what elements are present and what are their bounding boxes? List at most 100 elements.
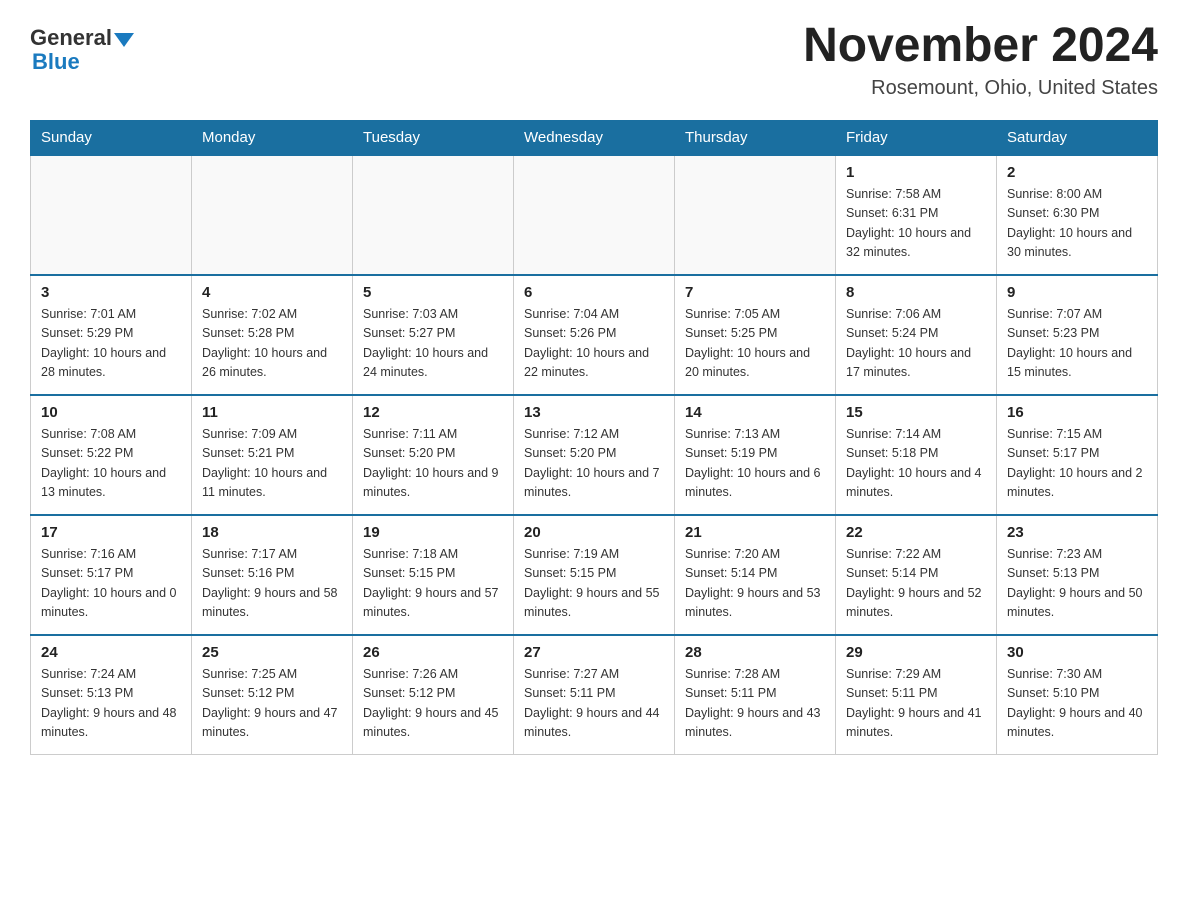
header-wednesday: Wednesday — [514, 120, 675, 155]
day-cell: 3 Sunrise: 7:01 AMSunset: 5:29 PMDaylight… — [31, 275, 192, 395]
day-cell: 21 Sunrise: 7:20 AMSunset: 5:14 PMDayligh… — [675, 515, 836, 635]
day-number: 7 — [685, 284, 825, 301]
day-info: Sunrise: 7:58 AMSunset: 6:31 PMDaylight:… — [846, 185, 986, 263]
day-cell: 25 Sunrise: 7:25 AMSunset: 5:12 PMDayligh… — [192, 635, 353, 755]
calendar-table: SundayMondayTuesdayWednesdayThursdayFrid… — [30, 120, 1158, 756]
day-info: Sunrise: 7:18 AMSunset: 5:15 PMDaylight:… — [363, 545, 503, 623]
location-title: Rosemount, Ohio, United States — [803, 77, 1158, 100]
day-number: 8 — [846, 284, 986, 301]
day-number: 28 — [685, 644, 825, 661]
day-cell — [353, 155, 514, 275]
day-info: Sunrise: 7:07 AMSunset: 5:23 PMDaylight:… — [1007, 305, 1147, 383]
day-info: Sunrise: 7:27 AMSunset: 5:11 PMDaylight:… — [524, 665, 664, 743]
day-cell: 4 Sunrise: 7:02 AMSunset: 5:28 PMDaylight… — [192, 275, 353, 395]
day-cell: 19 Sunrise: 7:18 AMSunset: 5:15 PMDayligh… — [353, 515, 514, 635]
day-cell: 2 Sunrise: 8:00 AMSunset: 6:30 PMDaylight… — [997, 155, 1158, 275]
header-tuesday: Tuesday — [353, 120, 514, 155]
day-cell: 14Sunrise: 7:13 AMSunset: 5:19 PMDayligh… — [675, 395, 836, 515]
day-info: Sunrise: 7:02 AMSunset: 5:28 PMDaylight:… — [202, 305, 342, 383]
day-info: Sunrise: 7:09 AMSunset: 5:21 PMDaylight:… — [202, 425, 342, 503]
day-number: 17 — [41, 524, 181, 541]
day-number: 5 — [363, 284, 503, 301]
header-monday: Monday — [192, 120, 353, 155]
header-thursday: Thursday — [675, 120, 836, 155]
week-row-5: 24 Sunrise: 7:24 AMSunset: 5:13 PMDayligh… — [31, 635, 1158, 755]
day-number: 6 — [524, 284, 664, 301]
day-info: Sunrise: 7:15 AMSunset: 5:17 PMDaylight:… — [1007, 425, 1147, 503]
day-cell: 11 Sunrise: 7:09 AMSunset: 5:21 PMDayligh… — [192, 395, 353, 515]
day-info: Sunrise: 7:03 AMSunset: 5:27 PMDaylight:… — [363, 305, 503, 383]
logo-general-text: General — [30, 25, 112, 51]
day-cell: 1 Sunrise: 7:58 AMSunset: 6:31 PMDaylight… — [836, 155, 997, 275]
day-cell — [31, 155, 192, 275]
day-number: 14 — [685, 404, 825, 421]
day-cell: 23Sunrise: 7:23 AMSunset: 5:13 PMDayligh… — [997, 515, 1158, 635]
day-info: Sunrise: 7:22 AMSunset: 5:14 PMDaylight:… — [846, 545, 986, 623]
day-cell: 17 Sunrise: 7:16 AMSunset: 5:17 PMDayligh… — [31, 515, 192, 635]
day-info: Sunrise: 7:25 AMSunset: 5:12 PMDaylight:… — [202, 665, 342, 743]
day-number: 13 — [524, 404, 664, 421]
day-cell — [192, 155, 353, 275]
day-info: Sunrise: 7:26 AMSunset: 5:12 PMDaylight:… — [363, 665, 503, 743]
week-row-1: 1 Sunrise: 7:58 AMSunset: 6:31 PMDaylight… — [31, 155, 1158, 275]
day-number: 23 — [1007, 524, 1147, 541]
day-cell: 6 Sunrise: 7:04 AMSunset: 5:26 PMDaylight… — [514, 275, 675, 395]
day-number: 9 — [1007, 284, 1147, 301]
day-info: Sunrise: 8:00 AMSunset: 6:30 PMDaylight:… — [1007, 185, 1147, 263]
day-cell: 5 Sunrise: 7:03 AMSunset: 5:27 PMDaylight… — [353, 275, 514, 395]
day-info: Sunrise: 7:05 AMSunset: 5:25 PMDaylight:… — [685, 305, 825, 383]
day-number: 1 — [846, 164, 986, 181]
header-row: SundayMondayTuesdayWednesdayThursdayFrid… — [31, 120, 1158, 155]
day-info: Sunrise: 7:19 AMSunset: 5:15 PMDaylight:… — [524, 545, 664, 623]
day-number: 19 — [363, 524, 503, 541]
day-number: 22 — [846, 524, 986, 541]
day-cell: 20 Sunrise: 7:19 AMSunset: 5:15 PMDayligh… — [514, 515, 675, 635]
day-number: 4 — [202, 284, 342, 301]
day-info: Sunrise: 7:20 AMSunset: 5:14 PMDaylight:… — [685, 545, 825, 623]
day-cell: 16 Sunrise: 7:15 AMSunset: 5:17 PMDayligh… — [997, 395, 1158, 515]
day-cell: 7 Sunrise: 7:05 AMSunset: 5:25 PMDaylight… — [675, 275, 836, 395]
day-cell — [675, 155, 836, 275]
day-cell — [514, 155, 675, 275]
day-cell: 26 Sunrise: 7:26 AMSunset: 5:12 PMDayligh… — [353, 635, 514, 755]
day-cell: 30Sunrise: 7:30 AMSunset: 5:10 PMDayligh… — [997, 635, 1158, 755]
day-number: 2 — [1007, 164, 1147, 181]
day-cell: 22 Sunrise: 7:22 AMSunset: 5:14 PMDayligh… — [836, 515, 997, 635]
day-info: Sunrise: 7:29 AMSunset: 5:11 PMDaylight:… — [846, 665, 986, 743]
day-number: 16 — [1007, 404, 1147, 421]
day-cell: 9 Sunrise: 7:07 AMSunset: 5:23 PMDaylight… — [997, 275, 1158, 395]
week-row-4: 17 Sunrise: 7:16 AMSunset: 5:17 PMDayligh… — [31, 515, 1158, 635]
day-info: Sunrise: 7:14 AMSunset: 5:18 PMDaylight:… — [846, 425, 986, 503]
day-number: 18 — [202, 524, 342, 541]
day-info: Sunrise: 7:28 AMSunset: 5:11 PMDaylight:… — [685, 665, 825, 743]
day-number: 10 — [41, 404, 181, 421]
day-info: Sunrise: 7:04 AMSunset: 5:26 PMDaylight:… — [524, 305, 664, 383]
header-sunday: Sunday — [31, 120, 192, 155]
day-cell: 10Sunrise: 7:08 AMSunset: 5:22 PMDayligh… — [31, 395, 192, 515]
day-number: 20 — [524, 524, 664, 541]
title-area: November 2024 Rosemount, Ohio, United St… — [803, 20, 1158, 100]
day-number: 21 — [685, 524, 825, 541]
day-number: 27 — [524, 644, 664, 661]
day-cell: 18Sunrise: 7:17 AMSunset: 5:16 PMDayligh… — [192, 515, 353, 635]
day-cell: 27 Sunrise: 7:27 AMSunset: 5:11 PMDayligh… — [514, 635, 675, 755]
day-number: 29 — [846, 644, 986, 661]
day-number: 26 — [363, 644, 503, 661]
day-number: 24 — [41, 644, 181, 661]
day-info: Sunrise: 7:24 AMSunset: 5:13 PMDaylight:… — [41, 665, 181, 743]
logo: General Blue — [30, 20, 134, 75]
day-number: 30 — [1007, 644, 1147, 661]
week-row-2: 3 Sunrise: 7:01 AMSunset: 5:29 PMDaylight… — [31, 275, 1158, 395]
day-number: 15 — [846, 404, 986, 421]
logo-blue-text: Blue — [32, 49, 80, 75]
day-info: Sunrise: 7:01 AMSunset: 5:29 PMDaylight:… — [41, 305, 181, 383]
day-number: 25 — [202, 644, 342, 661]
day-cell: 24 Sunrise: 7:24 AMSunset: 5:13 PMDayligh… — [31, 635, 192, 755]
day-info: Sunrise: 7:16 AMSunset: 5:17 PMDaylight:… — [41, 545, 181, 623]
day-info: Sunrise: 7:12 AMSunset: 5:20 PMDaylight:… — [524, 425, 664, 503]
day-number: 12 — [363, 404, 503, 421]
day-info: Sunrise: 7:06 AMSunset: 5:24 PMDaylight:… — [846, 305, 986, 383]
day-number: 11 — [202, 404, 342, 421]
day-number: 3 — [41, 284, 181, 301]
day-cell: 29 Sunrise: 7:29 AMSunset: 5:11 PMDayligh… — [836, 635, 997, 755]
